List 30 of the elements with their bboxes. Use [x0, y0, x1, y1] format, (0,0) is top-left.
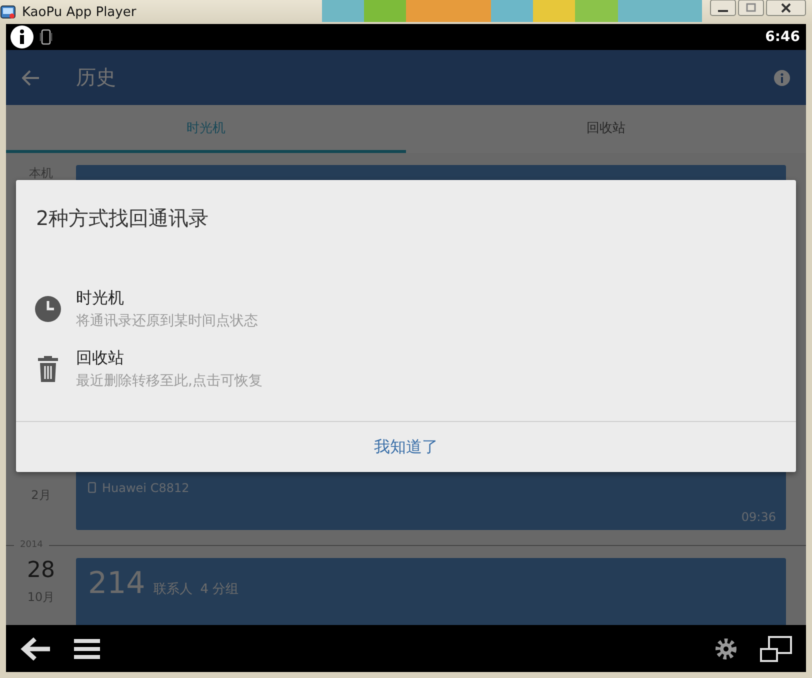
- dialog-option[interactable]: 时光机 将通讯录还原到某时间点状态: [16, 288, 796, 330]
- day-label: 28: [27, 558, 55, 583]
- option-description: 最近删除转移至此,点击可恢复: [76, 372, 262, 390]
- minimize-button[interactable]: [710, 0, 736, 16]
- phone-icon: [88, 482, 96, 493]
- device-name: Huawei C8812: [102, 480, 190, 494]
- settings-icon[interactable]: [714, 636, 738, 660]
- screen-icon[interactable]: [760, 636, 792, 662]
- group-count: 4 分组: [200, 581, 239, 598]
- contact-count: 214: [88, 566, 146, 601]
- vibrate-icon: [40, 29, 52, 45]
- option-title: 回收站: [76, 348, 125, 369]
- tab[interactable]: 回收站: [406, 105, 806, 153]
- count-label: 联系人: [153, 581, 192, 598]
- back-arrow-icon[interactable]: [20, 636, 52, 662]
- menu-icon[interactable]: [74, 638, 100, 660]
- clock-icon: [34, 295, 62, 323]
- backup-time: 09:36: [741, 510, 776, 524]
- app-icon: [0, 5, 16, 19]
- close-button[interactable]: [766, 0, 806, 16]
- clock-time: 6:46: [765, 29, 800, 45]
- tab[interactable]: 时光机: [6, 105, 406, 153]
- dialog-option[interactable]: 回收站 最近删除转移至此,点击可恢复: [16, 348, 796, 390]
- page-title: 历史: [76, 64, 116, 91]
- backup-card[interactable]: 214 联系人 4 分组: [76, 558, 786, 625]
- option-title: 时光机: [76, 288, 125, 309]
- dialog-title: 2种方式找回通讯录: [36, 205, 209, 232]
- info-icon[interactable]: [774, 70, 790, 86]
- option-description: 将通讯录还原到某时间点状态: [76, 312, 258, 330]
- window-title: KaoPu App Player: [22, 4, 136, 20]
